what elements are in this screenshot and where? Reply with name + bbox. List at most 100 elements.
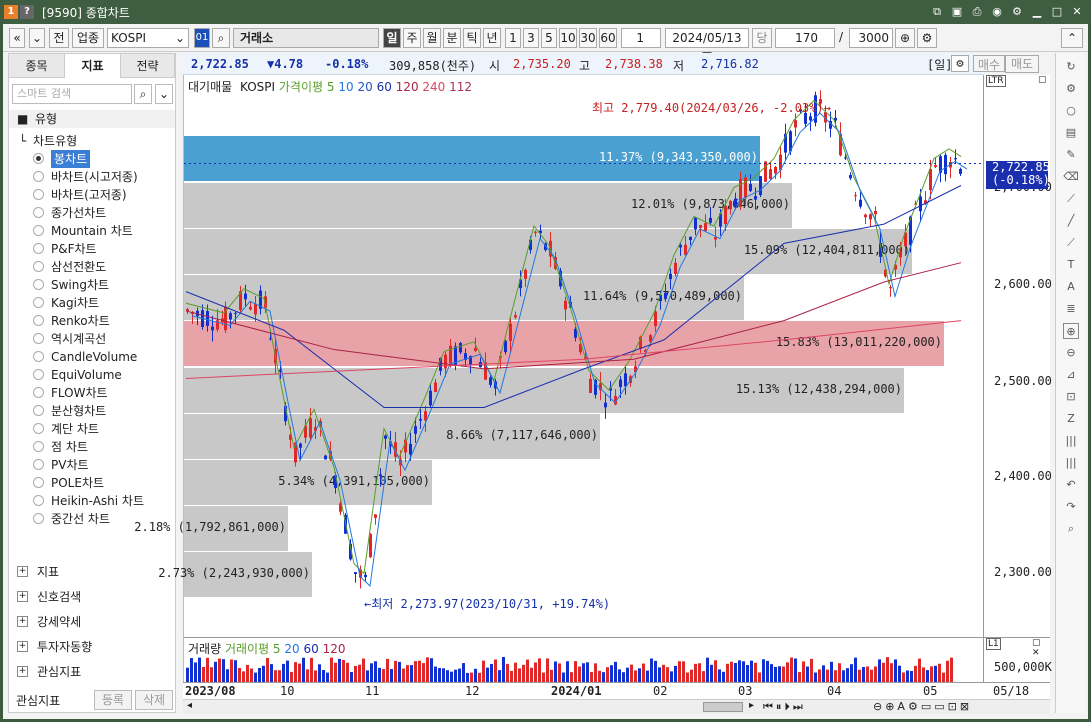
zoom-controls-icons[interactable]: ⊖⊕A⚙▭▭⊡⊠ [873, 700, 972, 713]
chart-type-item[interactable]: 종가선차트 [9, 204, 175, 222]
fit-icon[interactable]: ⊡ [1063, 389, 1079, 405]
settings-icon[interactable]: ⚙ [1009, 4, 1025, 20]
radio-icon[interactable] [33, 225, 44, 236]
period-minute-button[interactable]: 분 [443, 28, 461, 48]
num-1-button[interactable]: 1 [505, 28, 521, 48]
scroll-thumb[interactable] [703, 702, 743, 712]
radio-icon[interactable] [33, 441, 44, 452]
chart-type-item[interactable]: 바차트(시고저종) [9, 168, 175, 186]
redo-icon[interactable]: ↷ [1063, 499, 1079, 515]
radio-icon[interactable] [33, 405, 44, 416]
bars2-icon[interactable]: ||| [1063, 455, 1079, 471]
measure-icon[interactable]: ⊿ [1063, 367, 1079, 383]
auto-tool-icon[interactable]: A [1063, 279, 1079, 295]
line-icon[interactable]: ╱ [1063, 213, 1079, 229]
chart-type-item[interactable]: 봉차트 [9, 150, 175, 168]
pencil-icon[interactable]: ✎ [1063, 147, 1079, 163]
undo-icon[interactable]: ↶ [1063, 477, 1079, 493]
radio-icon[interactable] [33, 459, 44, 470]
search-icon[interactable]: ⌕ [212, 28, 230, 48]
nav-prev-button[interactable]: « [9, 28, 25, 48]
magnifier-icon[interactable]: ⌕ [1063, 521, 1079, 537]
chart-type-icon[interactable]: ▤ [1063, 125, 1079, 141]
fibonacci-icon[interactable]: ≣ [1063, 301, 1079, 317]
max-count-input[interactable]: 3000 [849, 28, 893, 48]
smart-search-input[interactable]: 스마트 검색 [12, 84, 132, 104]
radio-icon[interactable] [33, 369, 44, 380]
dropdown-icon[interactable]: ⌄ [155, 84, 173, 104]
panel-toggle-icon[interactable]: ⌃ [1061, 28, 1083, 48]
num-10-button[interactable]: 10 [559, 28, 577, 48]
section-item[interactable]: + 투자자동향 [9, 635, 175, 659]
radio-icon[interactable] [33, 279, 44, 290]
expand-icon[interactable]: + [17, 641, 28, 652]
zoom-in-icon[interactable]: ⊕ [1063, 323, 1079, 339]
chart-scroll-bar[interactable]: ◂ ▸ ⏮⏸⏵⏭ ⊖⊕A⚙▭▭⊡⊠ [183, 699, 1050, 714]
trend-line-icon[interactable]: ⟋ [1063, 191, 1079, 207]
radio-icon[interactable] [33, 315, 44, 326]
vol-close-icon[interactable]: ▢ ✕ [1032, 638, 1050, 658]
playback-icons[interactable]: ⏮⏸⏵⏭ [763, 700, 806, 714]
maximize-icon[interactable]: □ [1049, 4, 1065, 20]
chart-type-item[interactable]: 점 차트 [9, 438, 175, 456]
axis-mode-icon[interactable]: LTR [986, 75, 1006, 87]
chart-type-item[interactable]: Heikin-Ashi 차트 [9, 492, 175, 510]
radio-icon[interactable] [33, 333, 44, 344]
radio-icon[interactable] [33, 207, 44, 218]
radio-icon[interactable] [33, 153, 44, 164]
radio-icon[interactable] [33, 189, 44, 200]
section-item[interactable]: + 관심지표 [9, 660, 175, 684]
text-tool-icon[interactable]: T [1063, 257, 1079, 273]
expand-icon[interactable]: + [17, 666, 28, 677]
num-30-button[interactable]: 30 [579, 28, 597, 48]
chart-type-item[interactable]: 계단 차트 [9, 420, 175, 438]
section-item[interactable]: + 신호검색 [9, 585, 175, 609]
dang-button[interactable]: 당 [752, 28, 772, 48]
market-code-box[interactable]: 01 [194, 28, 210, 48]
print-icon[interactable]: ⎙ [969, 4, 985, 20]
buy-button[interactable]: 매수 [973, 55, 1005, 72]
section-item[interactable]: + 강세약세 [9, 610, 175, 634]
chart-type-item[interactable]: 역시계곡선 [9, 330, 175, 348]
chart-type-item[interactable]: Renko차트 [9, 312, 175, 330]
jeon-button[interactable]: 전 [49, 28, 69, 48]
chart-type-item[interactable]: Mountain 차트 [9, 222, 175, 240]
chart-type-item[interactable]: 바차트(고저종) [9, 186, 175, 204]
chart-type-item[interactable]: POLE차트 [9, 474, 175, 492]
eraser-icon[interactable]: ⌫ [1063, 169, 1079, 185]
period-day-button[interactable]: 일 [383, 28, 401, 48]
period-month-button[interactable]: 월 [423, 28, 441, 48]
tab-strategy[interactable]: 전략 [121, 54, 175, 78]
count-input[interactable]: 170 [775, 28, 835, 48]
bars-icon[interactable]: ||| [1063, 433, 1079, 449]
num-60-button[interactable]: 60 [599, 28, 617, 48]
chart-type-item[interactable]: CandleVolume [9, 348, 175, 366]
radio-icon[interactable] [33, 513, 44, 524]
vol-axis-mode-icon[interactable]: L1 [986, 638, 1001, 650]
scroll-left-icon[interactable]: ◂ [187, 700, 192, 711]
radio-icon[interactable] [33, 171, 44, 182]
volume-chart-area[interactable]: 거래량 거래이평 5 20 60 120 [183, 637, 983, 683]
expand-icon[interactable]: + [17, 591, 28, 602]
chart-type-item[interactable]: PV차트 [9, 456, 175, 474]
sell-button[interactable]: 매도 [1005, 55, 1039, 73]
period-week-button[interactable]: 주 [403, 28, 421, 48]
symbol-select[interactable]: KOSPI ⌄ [107, 28, 189, 48]
capture-icon[interactable]: ◉ [989, 4, 1005, 20]
type-header[interactable]: ■ 유형 [9, 110, 175, 128]
radio-icon[interactable] [33, 387, 44, 398]
chart-type-item[interactable]: 삼선전환도 [9, 258, 175, 276]
link-icon[interactable]: ⧉ [929, 4, 945, 20]
section-item[interactable]: + 지표 [9, 560, 175, 584]
nav-down-button[interactable]: ⌄ [29, 28, 45, 48]
expand-icon[interactable]: + [17, 566, 28, 577]
radio-icon[interactable] [33, 243, 44, 254]
register-button[interactable]: 등록 [94, 690, 132, 710]
radio-icon[interactable] [33, 495, 44, 506]
period-count-input[interactable]: 1 [621, 28, 661, 48]
price-chart-area[interactable]: 11.37% (9,343,350,000) 12.01% (9,873,646,… [134, 75, 984, 637]
close-icon[interactable]: ✕ [1069, 4, 1085, 20]
chart-type-item[interactable]: 분산형차트 [9, 402, 175, 420]
gear-icon[interactable]: ⚙ [917, 28, 937, 48]
chart-type-node[interactable]: └ 차트유형 [9, 132, 175, 150]
